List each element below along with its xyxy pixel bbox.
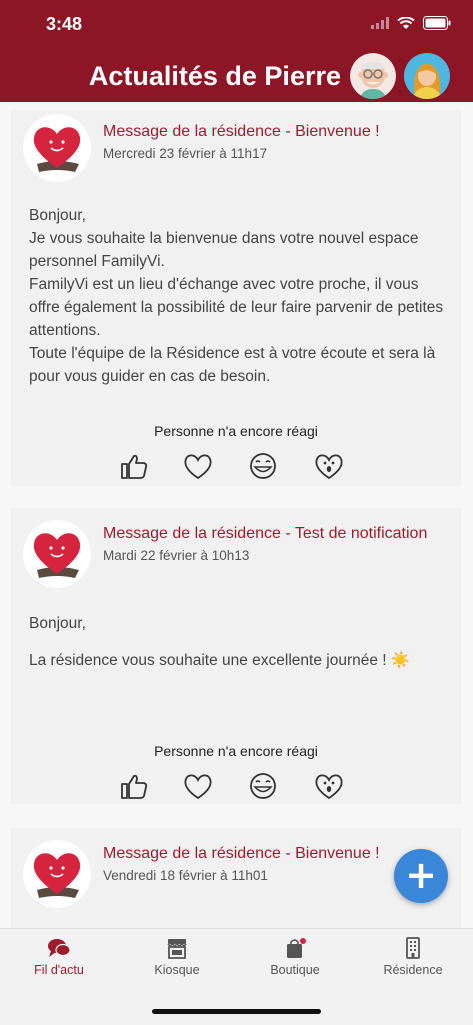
- tab-boutique[interactable]: Boutique: [236, 929, 354, 989]
- battery-icon: [423, 16, 451, 30]
- home-indicator: [152, 1009, 321, 1014]
- chat-bubbles-icon: [48, 939, 71, 957]
- add-post-button[interactable]: +: [394, 849, 448, 903]
- page-title: Actualités de Pierre: [88, 61, 341, 91]
- post-paragraph: Je vous souhaite la bienvenue dans votre…: [29, 230, 419, 270]
- tab-label: Résidence: [383, 963, 443, 977]
- post-title: Message de la résidence - Test de notifi…: [103, 525, 428, 542]
- post-date: Mercredi 23 février à 11h17: [103, 146, 268, 161]
- woman-avatar-icon: [404, 53, 450, 99]
- post-paragraph: FamilyVi est un lieu d'échange avec votr…: [29, 276, 444, 339]
- tab-label: Kiosque: [154, 963, 200, 977]
- post-card: Message de la résidence - Test de notifi…: [11, 508, 461, 804]
- post-date: Vendredi 18 février à 11h01: [103, 868, 268, 883]
- post-paragraph: Toute l'équipe de la Résidence est à vot…: [29, 345, 436, 385]
- post-paragraph: La résidence vous souhaite une excellent…: [29, 652, 411, 669]
- heart-logo-icon: [33, 127, 81, 172]
- thumbs-up-icon[interactable]: [118, 450, 150, 482]
- wow-icon[interactable]: [313, 770, 345, 802]
- post-title: Message de la résidence - Bienvenue !: [103, 123, 380, 140]
- heart-logo-icon: [33, 533, 81, 578]
- news-feed[interactable]: Message de la résidence - Bienvenue ! Me…: [0, 102, 473, 928]
- plus-icon: +: [405, 853, 437, 897]
- reactions-summary: Personne n'a encore réagi: [154, 743, 318, 759]
- post-date: Mardi 22 février à 10h13: [103, 548, 250, 563]
- tab-label: Fil d'actu: [34, 963, 84, 977]
- heart-icon[interactable]: [182, 450, 214, 482]
- wow-icon[interactable]: [313, 450, 345, 482]
- residence-logo: [23, 840, 91, 908]
- post-body: Bonjour, La résidence vous souhaite une …: [29, 612, 449, 672]
- post-title: Message de la résidence - Bienvenue !: [103, 845, 380, 862]
- post-paragraph: Bonjour,: [29, 615, 86, 632]
- status-time: 3:48: [46, 14, 83, 34]
- residence-logo: [23, 114, 91, 182]
- wifi-icon: [397, 16, 415, 29]
- shopping-bag-icon: [287, 938, 306, 958]
- app-header: 3:48 Actualités de Pierre: [0, 0, 473, 102]
- status-icons: [371, 16, 451, 30]
- building-icon: [406, 937, 420, 959]
- signal-icon: [371, 17, 389, 29]
- post-body: Bonjour, Je vous souhaite la bienvenue d…: [29, 204, 449, 388]
- heart-logo-icon: [33, 853, 81, 898]
- tab-label: Boutique: [270, 963, 320, 977]
- tab-residence[interactable]: Résidence: [354, 929, 472, 989]
- post-paragraph: Bonjour,: [29, 207, 86, 224]
- elderly-man-avatar-icon: [350, 53, 396, 99]
- tab-kiosque[interactable]: Kiosque: [118, 929, 236, 989]
- resident-avatar[interactable]: [350, 53, 396, 99]
- reactions-summary: Personne n'a encore réagi: [154, 423, 318, 439]
- laugh-icon[interactable]: [247, 450, 279, 482]
- heart-icon[interactable]: [182, 770, 214, 802]
- post-card: Message de la résidence - Bienvenue ! Me…: [11, 110, 461, 486]
- store-icon: [167, 939, 187, 959]
- laugh-icon[interactable]: [247, 770, 279, 802]
- residence-logo: [23, 520, 91, 588]
- user-avatar[interactable]: [404, 53, 450, 99]
- tab-fil-actu[interactable]: Fil d'actu: [0, 929, 118, 989]
- thumbs-up-icon[interactable]: [118, 770, 150, 802]
